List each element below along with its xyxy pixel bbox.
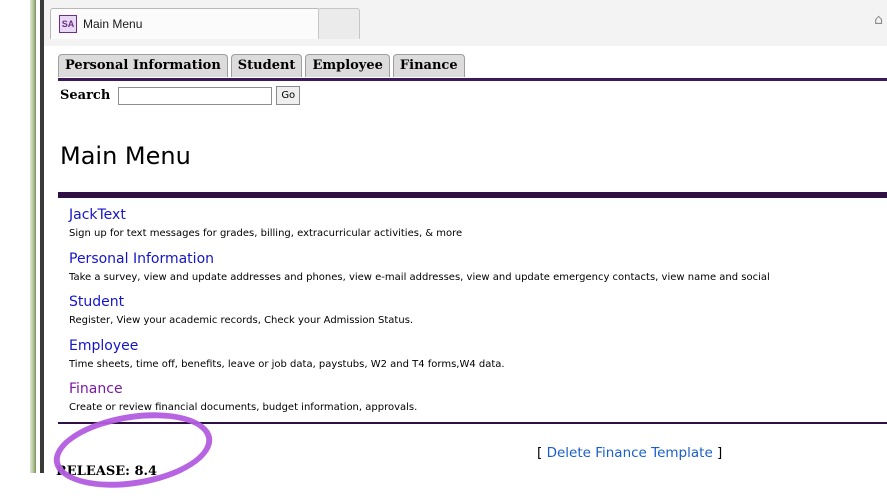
tab-student[interactable]: Student (230, 54, 303, 77)
page-title: Main Menu (60, 142, 191, 170)
menu-link-personal-information[interactable]: Personal Information (69, 248, 887, 270)
new-tab-button[interactable] (318, 8, 360, 39)
tab-employee[interactable]: Employee (305, 54, 390, 77)
main-nav-tabs: Personal Information Student Employee Fi… (58, 53, 468, 77)
title-divider (58, 192, 887, 198)
left-window-edge (0, 0, 36, 473)
menu-desc-student: Register, View your academic records, Ch… (69, 315, 414, 326)
search-input[interactable] (118, 86, 273, 105)
menu-bottom-divider (58, 422, 887, 424)
menu-desc-jacktext: Sign up for text messages for grades, bi… (69, 228, 463, 239)
tab-personal-information[interactable]: Personal Information (58, 54, 228, 77)
search-label: Search (60, 88, 111, 103)
close-bracket: ] (712, 445, 723, 461)
menu-desc-personal-information: Take a survey, view and update addresses… (69, 271, 770, 283)
menu-desc-finance: Create or review financial documents, bu… (69, 402, 418, 413)
menu-item-employee: Employee Time sheets, time off, benefits… (69, 335, 887, 379)
release-text: RELEASE: 8.4 (56, 464, 158, 479)
home-icon[interactable]: ⌂ (874, 12, 883, 28)
browser-tab-title: Main Menu (83, 17, 143, 31)
open-bracket: [ (537, 445, 547, 461)
menu-item-student: Student Register, View your academic rec… (69, 291, 887, 335)
menu-link-finance[interactable]: Finance (69, 378, 887, 400)
menu-desc-employee: Time sheets, time off, benefits, leave o… (69, 358, 505, 370)
site-favicon-icon: SA (59, 15, 77, 33)
menu-link-student[interactable]: Student (69, 291, 887, 313)
nav-divider (58, 78, 887, 81)
tab-finance[interactable]: Finance (392, 54, 465, 77)
page-content: Personal Information Student Employee Fi… (44, 46, 887, 498)
menu-item-jacktext: JackText Sign up for text messages for g… (69, 204, 887, 248)
browser-tab-bar: SA Main Menu ⌂ (44, 0, 887, 47)
menu-link-employee[interactable]: Employee (69, 335, 887, 357)
menu-link-jacktext[interactable]: JackText (69, 204, 887, 226)
search-bar: Search Go (60, 86, 301, 105)
delete-template-link-wrapper: [ Delete Finance Template ] (537, 445, 722, 461)
menu-item-personal-information: Personal Information Take a survey, view… (69, 248, 887, 292)
browser-tab-main-menu[interactable]: SA Main Menu (50, 8, 320, 39)
main-menu-list: JackText Sign up for text messages for g… (69, 204, 887, 422)
go-button[interactable]: Go (276, 86, 301, 105)
menu-item-finance: Finance Create or review financial docum… (69, 378, 887, 422)
delete-finance-template-link[interactable]: Delete Finance Template (547, 445, 713, 461)
